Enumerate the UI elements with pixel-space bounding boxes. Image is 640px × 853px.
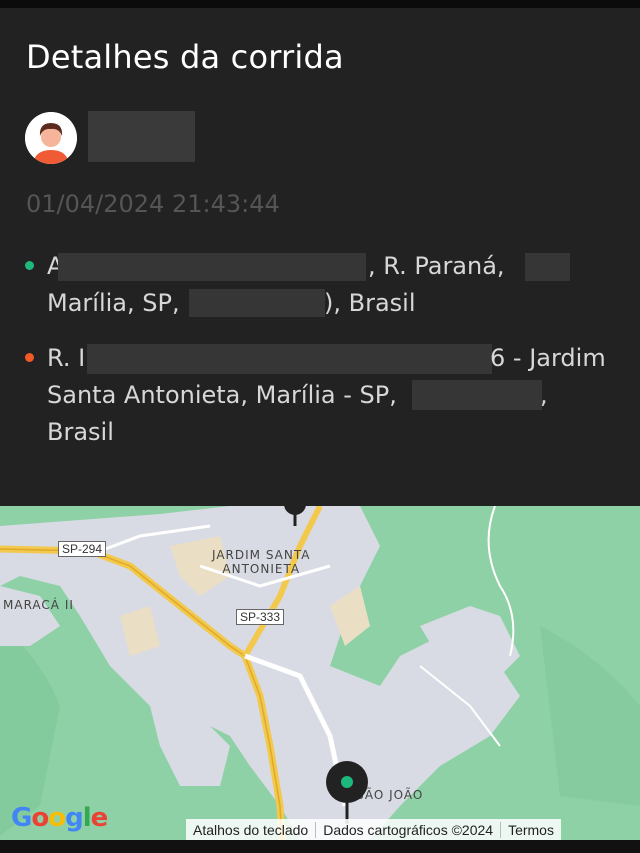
destination-line1-start: R. I [47, 344, 86, 372]
driver-name-redacted [88, 111, 195, 162]
jardim-label-line1: JARDIM SANTA [212, 548, 311, 562]
map-attribution-bar: Atalhos do teclado Dados cartográficos ©… [186, 819, 561, 840]
page-title: Detalhes da corrida [26, 38, 344, 76]
origin-line2-end: ), Brasil [324, 289, 416, 317]
neighborhood-label-jardim: JARDIM SANTA ANTONIETA [212, 548, 310, 576]
destination-line1-end: 6 - Jardim [490, 344, 606, 372]
jardim-label-line2: ANTONIETA [222, 562, 301, 576]
status-bar [0, 0, 640, 8]
origin-line1-end: , R. Paraná, [368, 252, 505, 280]
road-shield-sp294: SP-294 [58, 541, 107, 557]
sp333-label: SP-333 [240, 610, 281, 624]
destination-line2-end: , [540, 381, 548, 409]
neighborhood-label-maraca: MARACÁ II [3, 598, 74, 612]
origin-redacted-number [525, 253, 570, 281]
origin-redacted-street [58, 253, 366, 281]
person-avatar-icon [25, 112, 77, 164]
terms-link[interactable]: Termos [501, 822, 561, 838]
road-shield-sp333: SP-333 [236, 609, 285, 625]
bottom-bar [0, 840, 640, 853]
origin-dot-icon [25, 261, 34, 270]
driver-avatar [25, 112, 77, 164]
map-data-link[interactable]: Dados cartográficos ©2024 [316, 821, 502, 838]
google-logo: Google [11, 803, 108, 833]
destination-line3: Brasil [47, 418, 114, 446]
destination-redacted-cep [412, 380, 542, 410]
destination-dot-icon [25, 353, 34, 362]
destination-redacted-street [87, 344, 492, 374]
sp294-label: SP-294 [62, 542, 103, 556]
origin-redacted-cep [189, 289, 325, 317]
destination-line2: Santa Antonieta, Marília - SP, [47, 381, 397, 409]
ride-datetime: 01/04/2024 21:43:44 [26, 190, 280, 218]
origin-line2-start: Marília, SP, [47, 289, 180, 317]
route-map[interactable]: SP-294 SP-333 JARDIM SANTA ANTONIETA MAR… [0, 506, 640, 840]
keyboard-shortcuts-link[interactable]: Atalhos do teclado [186, 821, 317, 838]
